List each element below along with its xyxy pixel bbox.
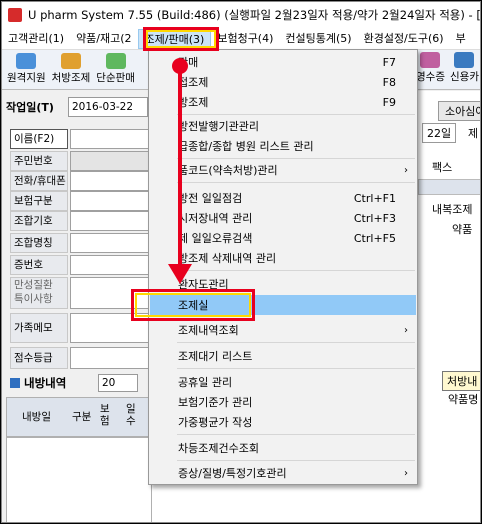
- pediatric-night-button[interactable]: 소아심야: [438, 101, 480, 121]
- menu-separator: [177, 114, 415, 115]
- phone-input[interactable]: [70, 171, 152, 191]
- credit-card-icon: [454, 52, 475, 68]
- chevron-right-icon: ›: [404, 467, 408, 479]
- menu-item-temp-save[interactable]: 시저장내역 관리 Ctrl+F3: [150, 208, 416, 228]
- score-grade-input[interactable]: [70, 347, 152, 369]
- grid-header: [418, 179, 480, 195]
- menu-bar: 고객관리(1) 약품/재고(2 조제/판매(3) 보험청구(4) 컨설팅통계(5…: [2, 28, 480, 50]
- rx-table-body[interactable]: [6, 437, 152, 522]
- jae-label: 제: [468, 127, 479, 140]
- name-label[interactable]: 이름(F2): [10, 129, 68, 149]
- annotation-box-dispensary-inner: [135, 293, 251, 317]
- menu-insurance-claim[interactable]: 보험청구(4): [211, 29, 279, 49]
- patient-panel: 작업일(T) 2016-03-22 이름(F2) 주민번호 전화/휴대폰 보험구…: [2, 91, 152, 522]
- menu-item-differential-count[interactable]: 차등조제건수조회: [150, 438, 416, 458]
- family-memo-label: 가족메모: [10, 313, 68, 343]
- menu-more[interactable]: 부: [450, 29, 472, 49]
- receipt-button[interactable]: 영수증: [416, 52, 445, 84]
- remote-support-button[interactable]: 원격지원: [4, 51, 49, 89]
- menu-item-sales[interactable]: 판매 F7: [150, 52, 416, 72]
- prescription-dispense-button[interactable]: 처방조제: [49, 51, 94, 89]
- union-name-input[interactable]: [70, 233, 152, 253]
- menu-item-symptom-code[interactable]: 증상/질병/특정기호관리 ›: [150, 463, 416, 483]
- menu-drug-stock[interactable]: 약품/재고(2: [70, 29, 137, 49]
- receipt-icon: [420, 52, 441, 68]
- menu-item-direct-dispense[interactable]: 접조제 F8: [150, 72, 416, 92]
- menu-separator: [177, 158, 415, 159]
- menu-item-drug-code[interactable]: 품코드(약속처방)관리 ›: [150, 160, 416, 180]
- internal-dispense-tab[interactable]: 내복조제: [432, 201, 472, 217]
- arrow-down-icon: [168, 264, 192, 284]
- menu-separator: [177, 270, 415, 271]
- annotation-box-menu-inner: [146, 30, 216, 48]
- menu-item-dispense-history[interactable]: 조제내역조회 ›: [150, 320, 416, 340]
- card-number-input[interactable]: [70, 255, 152, 275]
- menu-customer[interactable]: 고객관리(1): [2, 29, 70, 49]
- chronic-disease-label: 만성질환 특이사항: [10, 277, 68, 309]
- day-select[interactable]: 22일: [422, 123, 457, 143]
- resident-number-label: 주민번호: [10, 151, 68, 171]
- col-days[interactable]: 일수: [126, 403, 138, 427]
- app-window: U pharm System 7.55 (Build:486) (실행파일 2월…: [1, 1, 481, 523]
- work-date-label: 작업일(T): [6, 101, 54, 114]
- menu-consulting-stats[interactable]: 컨설팅통계(5): [279, 29, 357, 49]
- credit-card-button[interactable]: 신용카: [450, 52, 479, 84]
- prescription-icon: [60, 52, 81, 69]
- work-date-input[interactable]: 2016-03-22: [68, 97, 148, 117]
- score-grade-label: 점수등급: [10, 347, 68, 369]
- chevron-right-icon: ›: [404, 164, 408, 176]
- app-icon: [8, 8, 22, 22]
- menu-item-holiday-management[interactable]: 공휴일 관리: [150, 372, 416, 392]
- drug-name-header: 약품명: [448, 393, 479, 406]
- list-icon: [10, 378, 20, 388]
- rx-detail-tab[interactable]: 처방내: [442, 371, 480, 391]
- col-type[interactable]: 구분: [72, 409, 91, 424]
- menu-item-daily-check[interactable]: 방전 일일점검 Ctrl+F1: [150, 188, 416, 208]
- cart-icon: [105, 52, 126, 69]
- rx-history-label: 내방내역: [24, 376, 67, 390]
- drug-column-header: 약품: [452, 223, 473, 236]
- phone-label: 전화/휴대폰: [10, 171, 68, 191]
- menu-separator: [177, 460, 415, 461]
- union-code-label: 조합기호: [10, 211, 68, 231]
- remote-icon: [16, 52, 37, 69]
- union-code-input[interactable]: [70, 211, 152, 231]
- menu-separator: [177, 182, 415, 183]
- annotation-arrow-shaft: [178, 66, 182, 278]
- menu-item-hospital-list[interactable]: 급종합/종합 병원 리스트 관리: [150, 136, 416, 156]
- name-input[interactable]: [70, 129, 152, 149]
- menu-separator: [177, 368, 415, 369]
- insurance-type-label: 보험구분: [10, 191, 68, 211]
- menu-separator: [177, 434, 415, 435]
- menu-item-error-search[interactable]: 제 일일오류검색 Ctrl+F5: [150, 228, 416, 248]
- rx-count-select[interactable]: 20: [98, 374, 138, 392]
- insurance-type-input[interactable]: [70, 191, 152, 211]
- menu-separator: [177, 342, 415, 343]
- resident-number-input[interactable]: [70, 151, 152, 171]
- col-visit-date[interactable]: 내방일: [22, 409, 51, 424]
- fax-label: 팩스: [432, 161, 453, 174]
- menu-item-base-price[interactable]: 보험기준가 관리: [150, 392, 416, 412]
- union-name-label: 조합명칭: [10, 233, 68, 253]
- menu-item-weighted-average[interactable]: 가중평균가 작성: [150, 412, 416, 432]
- title-bar: U pharm System 7.55 (Build:486) (실행파일 2월…: [2, 2, 480, 28]
- col-insurance[interactable]: 보험: [100, 403, 112, 427]
- chevron-right-icon: ›: [404, 324, 408, 336]
- menu-item-prescription-dispense[interactable]: 방조제 F9: [150, 92, 416, 112]
- menu-settings-tools[interactable]: 환경설정/도구(6): [358, 29, 450, 49]
- window-title: U pharm System 7.55 (Build:486) (실행파일 2월…: [28, 8, 480, 22]
- menu-item-issuer-management[interactable]: 방전발행기관관리: [150, 116, 416, 136]
- menu-item-waiting-list[interactable]: 조제대기 리스트: [150, 346, 416, 366]
- card-number-label: 증번호: [10, 255, 68, 275]
- simple-sale-button[interactable]: 단순판매: [93, 51, 138, 89]
